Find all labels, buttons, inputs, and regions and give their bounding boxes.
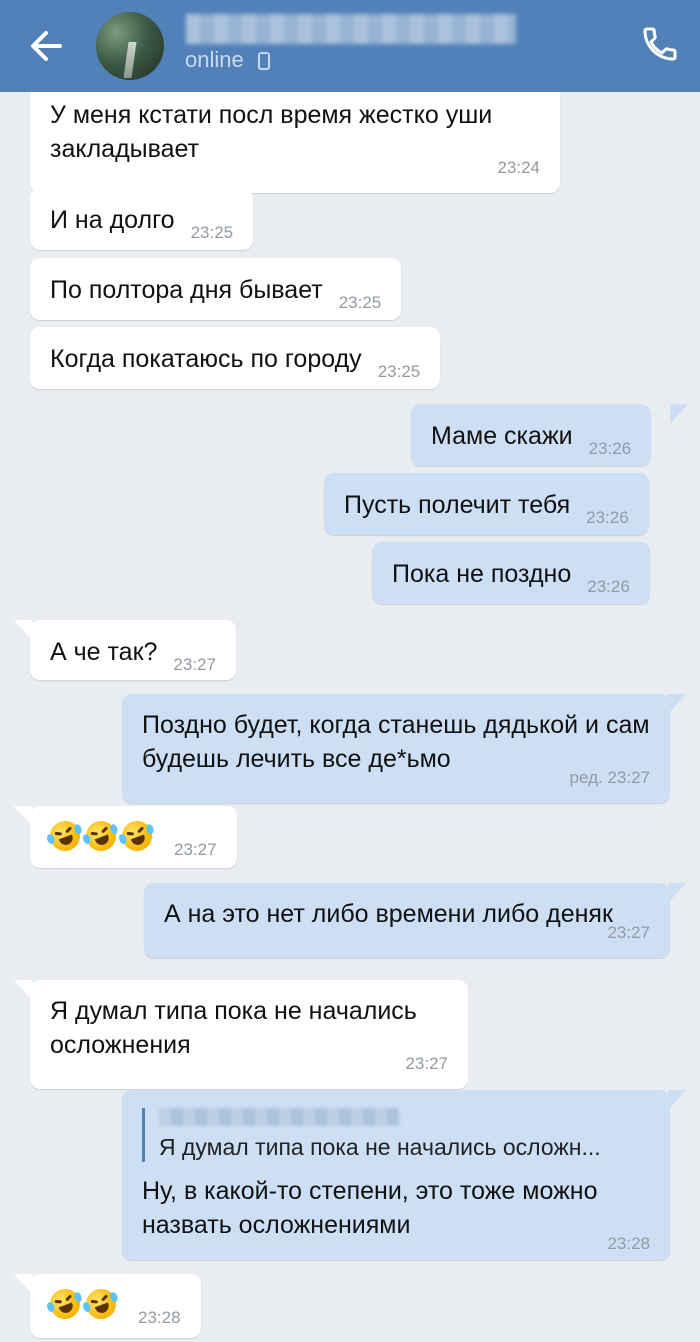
avatar[interactable]: [96, 12, 164, 80]
message-text: По полтора дня бывает: [50, 276, 323, 304]
back-arrow-icon[interactable]: [24, 24, 72, 68]
message-text: А на это нет либо времени либо деняк: [164, 900, 613, 928]
message-incoming[interactable]: И на долго 23:25: [30, 188, 254, 250]
message-incoming[interactable]: Когда покатаюсь по городу 23:25: [30, 327, 441, 389]
online-status: online: [185, 47, 244, 72]
contact-name-hidden[interactable]: [186, 14, 516, 44]
laughing-emoji-icon: [81, 1284, 121, 1324]
bubble-tail: [668, 694, 686, 714]
laughing-emoji-icon: [45, 816, 85, 856]
message-outgoing[interactable]: А на это нет либо времени либо деняк 23:…: [144, 883, 670, 958]
message-text: Ну, в какой-то степени, это тоже можно н…: [142, 1177, 598, 1239]
bubble-tail: [14, 620, 32, 640]
message-text: Пусть полечит тебя: [344, 491, 571, 519]
message-incoming[interactable]: По полтора дня бывает 23:25: [30, 258, 402, 320]
bubble-tail: [670, 404, 688, 424]
message-outgoing[interactable]: Поздно будет, когда станешь дядькой и са…: [122, 694, 670, 803]
message-time: 23:25: [377, 362, 421, 381]
message-outgoing[interactable]: Маме скажи 23:26: [411, 404, 652, 466]
laughing-emoji-icon: [81, 816, 121, 856]
message-text: У меня кстати посл время жестко уши закл…: [50, 101, 493, 163]
quote-text: Я думал типа пока не начались осложн...: [159, 1134, 601, 1160]
message-text: Когда покатаюсь по городу: [50, 345, 362, 373]
mobile-phone-icon: [258, 52, 270, 70]
laughing-emoji-icon: [45, 1284, 85, 1324]
message-incoming[interactable]: Я думал типа пока не начались осложнения…: [30, 980, 468, 1089]
message-text: Я думал типа пока не начались осложнения: [50, 997, 417, 1059]
message-incoming[interactable]: У меня кстати посл время жестко уши закл…: [30, 84, 560, 193]
message-outgoing[interactable]: Я думал типа пока не начались осложн... …: [122, 1090, 670, 1260]
bubble-tail: [668, 883, 686, 903]
message-time: 23:25: [190, 223, 234, 242]
bubble-tail: [14, 1274, 32, 1294]
bubble-tail: [14, 980, 32, 1000]
message-text: Пока не поздно: [392, 560, 572, 588]
message-time: 23:27: [174, 840, 217, 859]
message-incoming[interactable]: 23:28: [30, 1274, 201, 1338]
message-outgoing[interactable]: Пусть полечит тебя 23:26: [324, 473, 649, 535]
message-outgoing[interactable]: Пока не поздно 23:26: [372, 542, 650, 604]
message-time: 23:28: [138, 1308, 181, 1327]
message-text: А че так?: [50, 638, 158, 666]
message-text: Поздно будет, когда станешь дядькой и са…: [142, 711, 650, 773]
reply-quote[interactable]: Я думал типа пока не начались осложн...: [142, 1108, 650, 1162]
bubble-tail: [14, 806, 32, 826]
quote-author-hidden: [159, 1108, 399, 1126]
bubble-tail: [668, 1090, 686, 1110]
laughing-emoji-icon: [117, 816, 157, 856]
message-time: 23:27: [173, 655, 216, 674]
message-time: 23:26: [588, 439, 632, 458]
message-time: 23:25: [338, 293, 382, 312]
phone-icon[interactable]: [640, 24, 680, 64]
message-time: 23:26: [587, 577, 630, 596]
message-text: Маме скажи: [431, 422, 573, 450]
chat-header: online: [0, 0, 700, 92]
message-text: И на долго: [50, 206, 175, 234]
message-incoming[interactable]: А че так? 23:27: [30, 620, 236, 680]
message-incoming[interactable]: 23:27: [30, 806, 237, 868]
message-time: 23:26: [586, 508, 629, 527]
